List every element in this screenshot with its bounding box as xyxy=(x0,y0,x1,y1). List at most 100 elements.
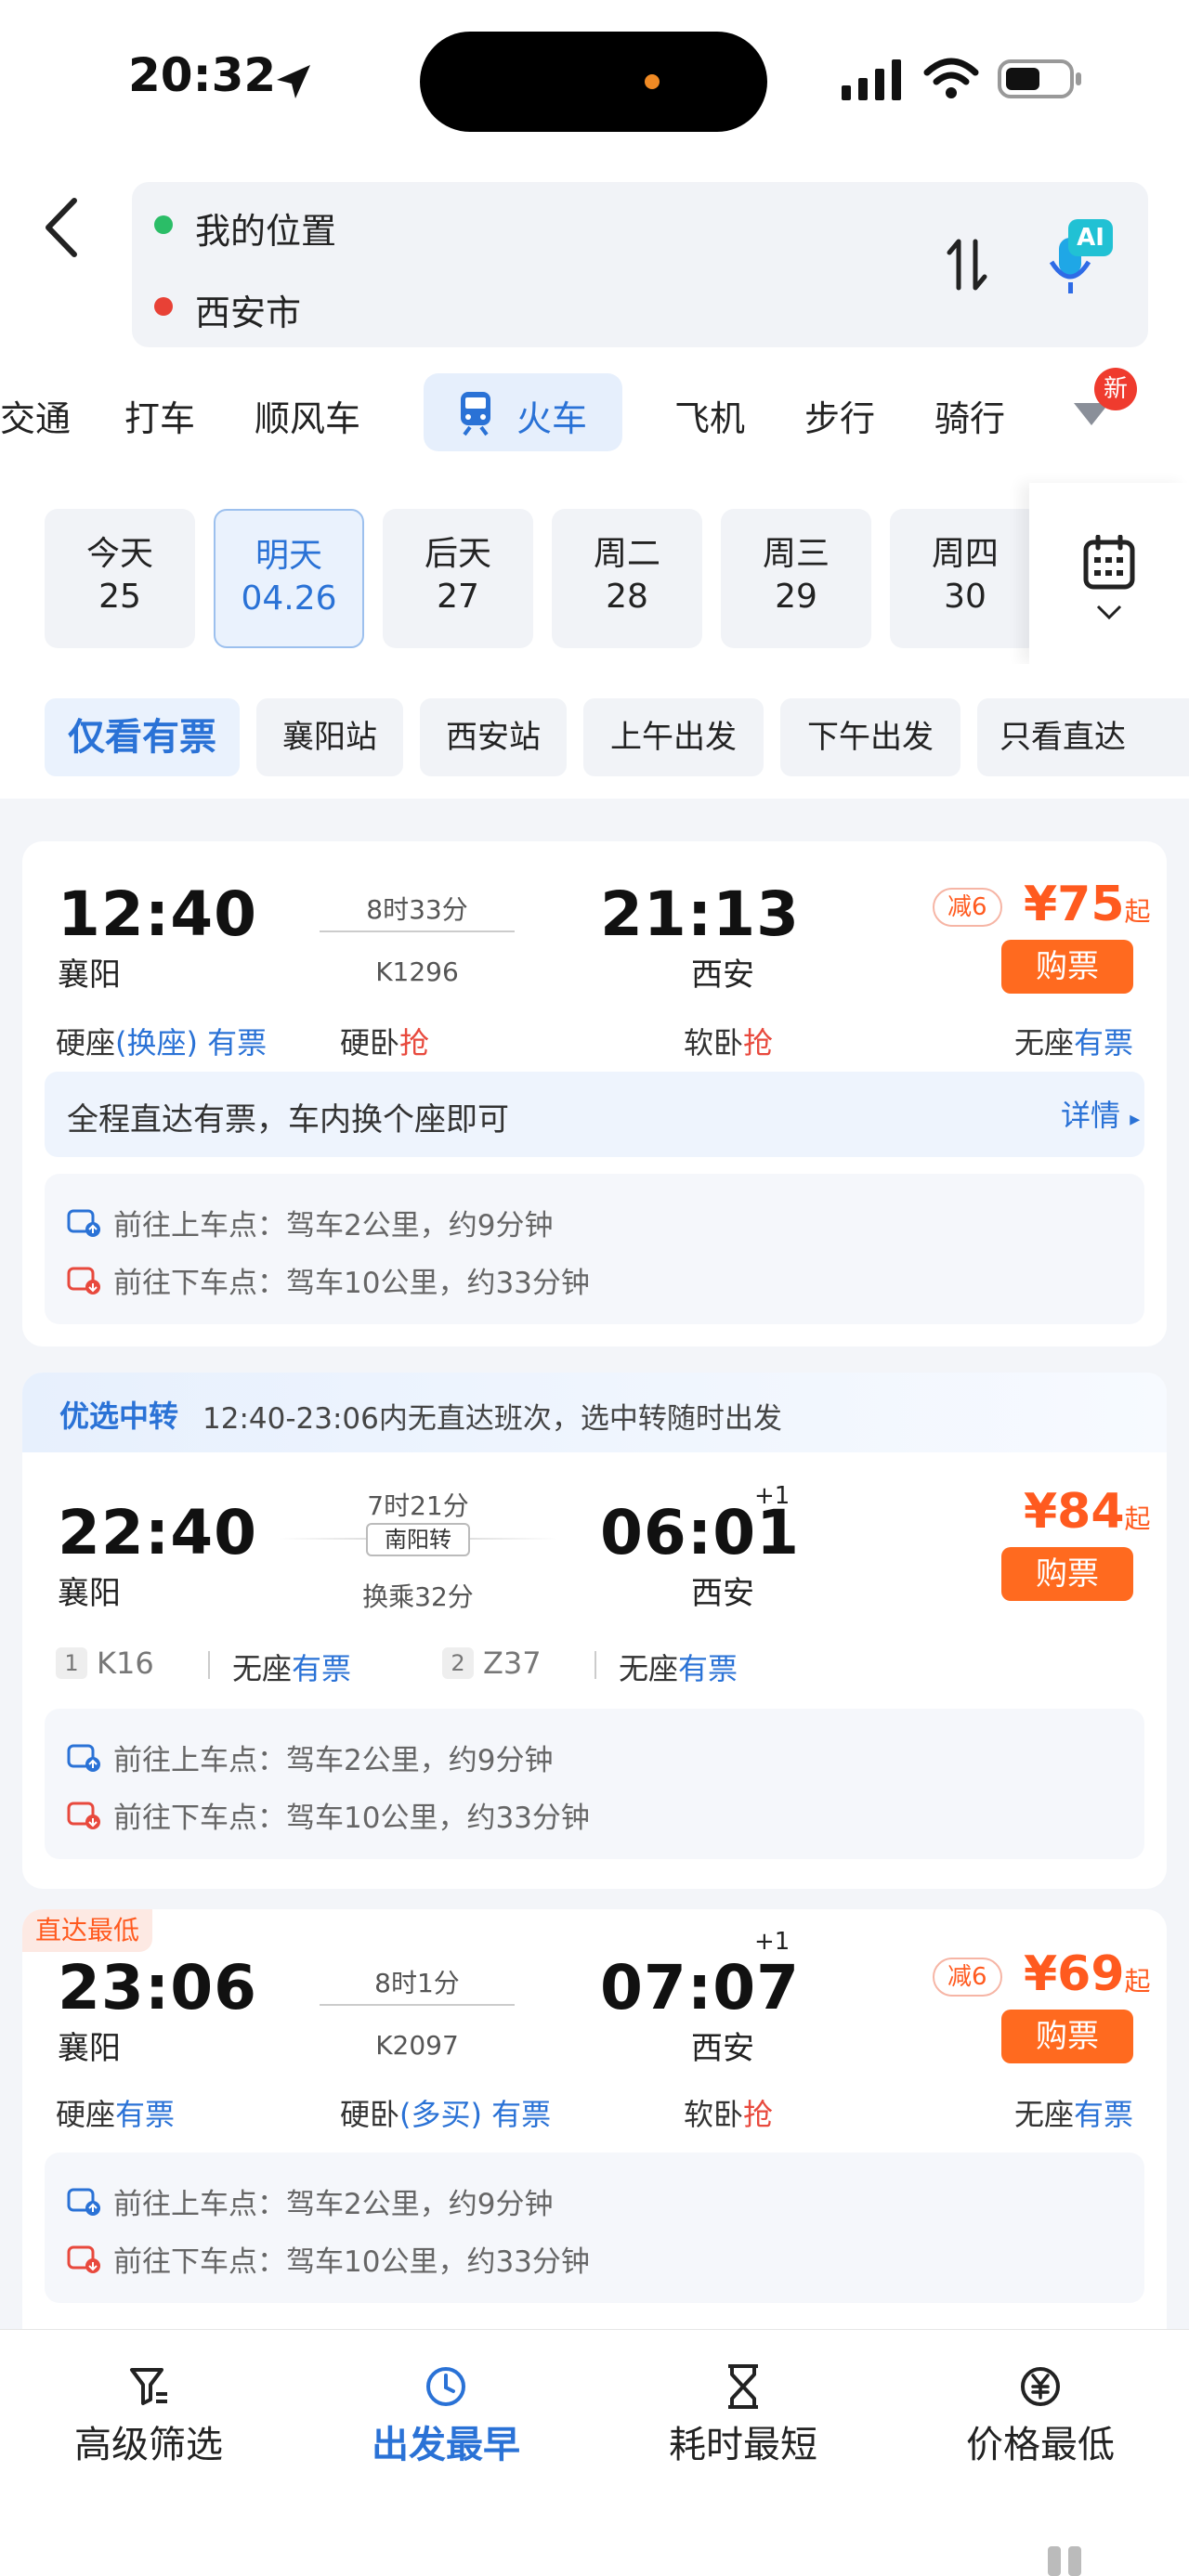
wifi-icon xyxy=(923,58,979,98)
details-link[interactable]: 详情 ▸ xyxy=(1061,1092,1140,1135)
arrow-line xyxy=(320,2004,515,2006)
seat-soft-sleeper: 软卧抢 xyxy=(684,1025,774,1060)
seat-tip-text: 全程直达有票，车内换个座即可 xyxy=(67,1101,509,1138)
date-tomorrow-selected[interactable]: 明天 04.26 xyxy=(214,509,364,648)
route-from-alighting: 前往下车点：驾车10公里，约33分钟 xyxy=(67,1794,590,1836)
date-wed[interactable]: 周三 29 xyxy=(721,509,871,648)
tab-transit[interactable]: 交通 xyxy=(0,390,71,441)
divider xyxy=(594,1651,596,1679)
chevron-down-icon xyxy=(1096,605,1122,620)
back-icon[interactable] xyxy=(41,195,82,260)
transfer-wait: 换乘32分 xyxy=(362,1581,474,1612)
tab-train-label: 火车 xyxy=(516,398,588,439)
price: ¥84起 xyxy=(1024,1484,1151,1540)
tab-carpool[interactable]: 顺风车 xyxy=(255,390,360,441)
ai-badge: AI xyxy=(1068,219,1113,256)
transfer-note: 12:40-23:06内无直达班次，选中转随时出发 xyxy=(203,1402,782,1436)
scroll-indicator-1 xyxy=(1048,2546,1061,2576)
seat-tip-box: 全程直达有票，车内换个座即可 详情 ▸ xyxy=(45,1072,1144,1157)
seat-soft-sleeper: 软卧抢 xyxy=(684,2097,774,2132)
departure-station: 襄阳 xyxy=(58,956,121,994)
leg1-train: K16 xyxy=(97,1646,154,1681)
departure-time: 12:40 xyxy=(58,878,258,950)
new-badge: 新 xyxy=(1094,368,1137,410)
train-card-k1296[interactable]: 12:40 襄阳 8时33分 K1296 21:13 西安 减6 ¥75起 购票… xyxy=(22,841,1167,1347)
departure-time: 23:06 xyxy=(58,1952,258,2023)
sort-lowest-price[interactable]: 价格最低 xyxy=(892,2359,1189,2468)
leg2-seat: 无座有票 xyxy=(619,1651,738,1686)
next-day-marker: +1 xyxy=(754,1928,790,1956)
duration: 7时21分 xyxy=(367,1490,469,1521)
bus-down-icon xyxy=(67,2245,100,2273)
scroll-indicator-2 xyxy=(1068,2546,1081,2576)
transfer-header: 优选中转 12:40-23:06内无直达班次，选中转随时出发 xyxy=(22,1373,1167,1452)
route-from-alighting: 前往下车点：驾车10公里，约33分钟 xyxy=(67,1259,590,1301)
leg1-seat: 无座有票 xyxy=(232,1651,352,1686)
calendar-button[interactable] xyxy=(1029,483,1189,664)
duration: 8时33分 xyxy=(366,894,468,925)
divider xyxy=(208,1651,210,1679)
bus-up-icon xyxy=(67,2188,100,2216)
dynamic-island xyxy=(420,32,767,132)
transfer-card[interactable]: 优选中转 12:40-23:06内无直达班次，选中转随时出发 22:40 襄阳 … xyxy=(22,1373,1167,1889)
tab-train[interactable]: 火车 xyxy=(424,373,622,451)
coupon-badge: 减6 xyxy=(933,888,1002,927)
yuan-icon xyxy=(1021,2367,1060,2406)
route-to-boarding: 前往上车点：驾车2公里，约9分钟 xyxy=(67,1202,553,1243)
lowest-direct-badge: 直达最低 xyxy=(22,1909,153,1952)
filter-morning[interactable]: 上午出发 xyxy=(583,698,764,776)
bus-down-icon xyxy=(67,1802,100,1829)
train-number: K2097 xyxy=(375,2030,459,2061)
ai-voice-button[interactable]: AI xyxy=(1046,219,1115,299)
hourglass-icon xyxy=(728,2364,758,2409)
date-day-after[interactable]: 后天 27 xyxy=(383,509,533,648)
buy-button[interactable]: 购票 xyxy=(1001,2010,1133,2063)
seat-hard-seat: 硬座有票 xyxy=(56,2097,176,2132)
battery-icon xyxy=(998,59,1081,98)
sort-advanced-filter[interactable]: 高级筛选 xyxy=(0,2359,297,2468)
filter-direct-only[interactable]: 只看直达 xyxy=(977,698,1189,776)
leg1-index: 1 xyxy=(56,1647,87,1679)
tab-walk[interactable]: 步行 xyxy=(804,390,875,441)
buy-button[interactable]: 购票 xyxy=(1001,940,1133,994)
sort-earliest-departure[interactable]: 出发最早 xyxy=(297,2359,594,2468)
clock-icon xyxy=(426,2367,465,2406)
origin-dot xyxy=(154,215,173,234)
destination-dot xyxy=(154,297,173,316)
filter-icon xyxy=(130,2368,167,2405)
route-info: 前往上车点：驾车2公里，约9分钟 前往下车点：驾车10公里，约33分钟 xyxy=(45,1709,1144,1859)
seat-hard-seat: 硬座(换座) 有票 xyxy=(56,1025,268,1060)
calendar-icon xyxy=(1083,535,1135,590)
date-thu[interactable]: 周四 30 xyxy=(890,509,1040,648)
tab-cycling[interactable]: 骑行 xyxy=(934,390,1005,441)
train-card-k2097[interactable]: 直达最低 23:06 襄阳 8时1分 K2097 07:07 +1 西安 减6 … xyxy=(22,1909,1167,2336)
origin-field[interactable]: 我的位置 xyxy=(195,202,336,254)
destination-field[interactable]: 西安市 xyxy=(195,284,301,335)
swap-icon[interactable] xyxy=(946,236,988,293)
filter-xian-station[interactable]: 西安站 xyxy=(420,698,567,776)
sort-shortest-duration[interactable]: 耗时最短 xyxy=(594,2359,892,2468)
filter-available-only[interactable]: 仅看有票 xyxy=(45,698,240,776)
seat-standing: 无座有票 xyxy=(1014,1025,1134,1060)
route-to-boarding: 前往上车点：驾车2公里，约9分钟 xyxy=(67,1737,553,1778)
tab-taxi[interactable]: 打车 xyxy=(124,390,195,441)
departure-time: 22:40 xyxy=(58,1497,258,1568)
filter-xiangyang-station[interactable]: 襄阳站 xyxy=(256,698,403,776)
status-time: 20:32 xyxy=(128,48,277,102)
buy-button[interactable]: 购票 xyxy=(1001,1547,1133,1601)
leg2-index: 2 xyxy=(442,1647,474,1679)
transfer-station-badge: 南阳转 xyxy=(366,1523,470,1556)
arrival-time: 21:13 xyxy=(600,878,801,950)
date-today[interactable]: 今天 25 xyxy=(45,509,195,648)
status-bar: 20:32 xyxy=(0,0,1189,158)
arrival-station: 西安 xyxy=(691,1575,754,1612)
tab-flight[interactable]: 飞机 xyxy=(674,390,745,441)
route-from-alighting: 前往下车点：驾车10公里，约33分钟 xyxy=(67,2238,590,2280)
filter-afternoon[interactable]: 下午出发 xyxy=(780,698,960,776)
route-search-box[interactable]: 我的位置 西安市 AI xyxy=(132,182,1148,347)
seat-hard-sleeper: 硬卧(多买) 有票 xyxy=(340,2097,552,2132)
price: ¥75起 xyxy=(1024,877,1151,932)
date-tue[interactable]: 周二 28 xyxy=(552,509,702,648)
price: ¥69起 xyxy=(1024,1946,1151,2002)
train-number: K1296 xyxy=(375,956,459,987)
